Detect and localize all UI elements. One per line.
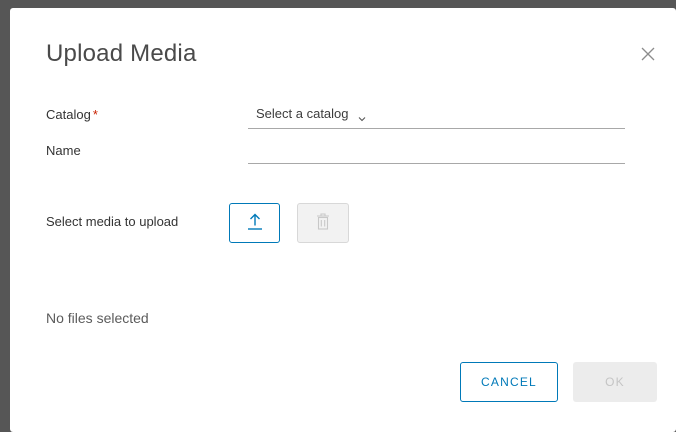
upload-media-dialog: Upload Media Catalog * Select a catalog N… <box>10 8 676 432</box>
dialog-title: Upload Media <box>46 40 197 67</box>
delete-button <box>297 203 349 243</box>
close-icon[interactable] <box>638 44 658 64</box>
required-marker: * <box>92 107 98 122</box>
trash-icon <box>316 213 330 234</box>
name-label: Name <box>46 143 81 158</box>
catalog-label-text: Catalog <box>46 107 91 122</box>
file-status-text: No files selected <box>46 310 149 326</box>
catalog-select-text: Select a catalog <box>256 106 349 121</box>
chevron-down-icon <box>357 111 367 121</box>
name-input[interactable] <box>248 146 625 164</box>
upload-button[interactable] <box>229 203 280 243</box>
cancel-button[interactable]: CANCEL <box>460 362 558 402</box>
catalog-select-value: Select a catalog <box>256 106 367 121</box>
media-label: Select media to upload <box>46 214 179 229</box>
upload-arrow-icon <box>247 213 263 234</box>
catalog-select[interactable]: Select a catalog <box>248 105 625 129</box>
catalog-label: Catalog * <box>46 107 98 122</box>
ok-button[interactable]: OK <box>573 362 657 402</box>
